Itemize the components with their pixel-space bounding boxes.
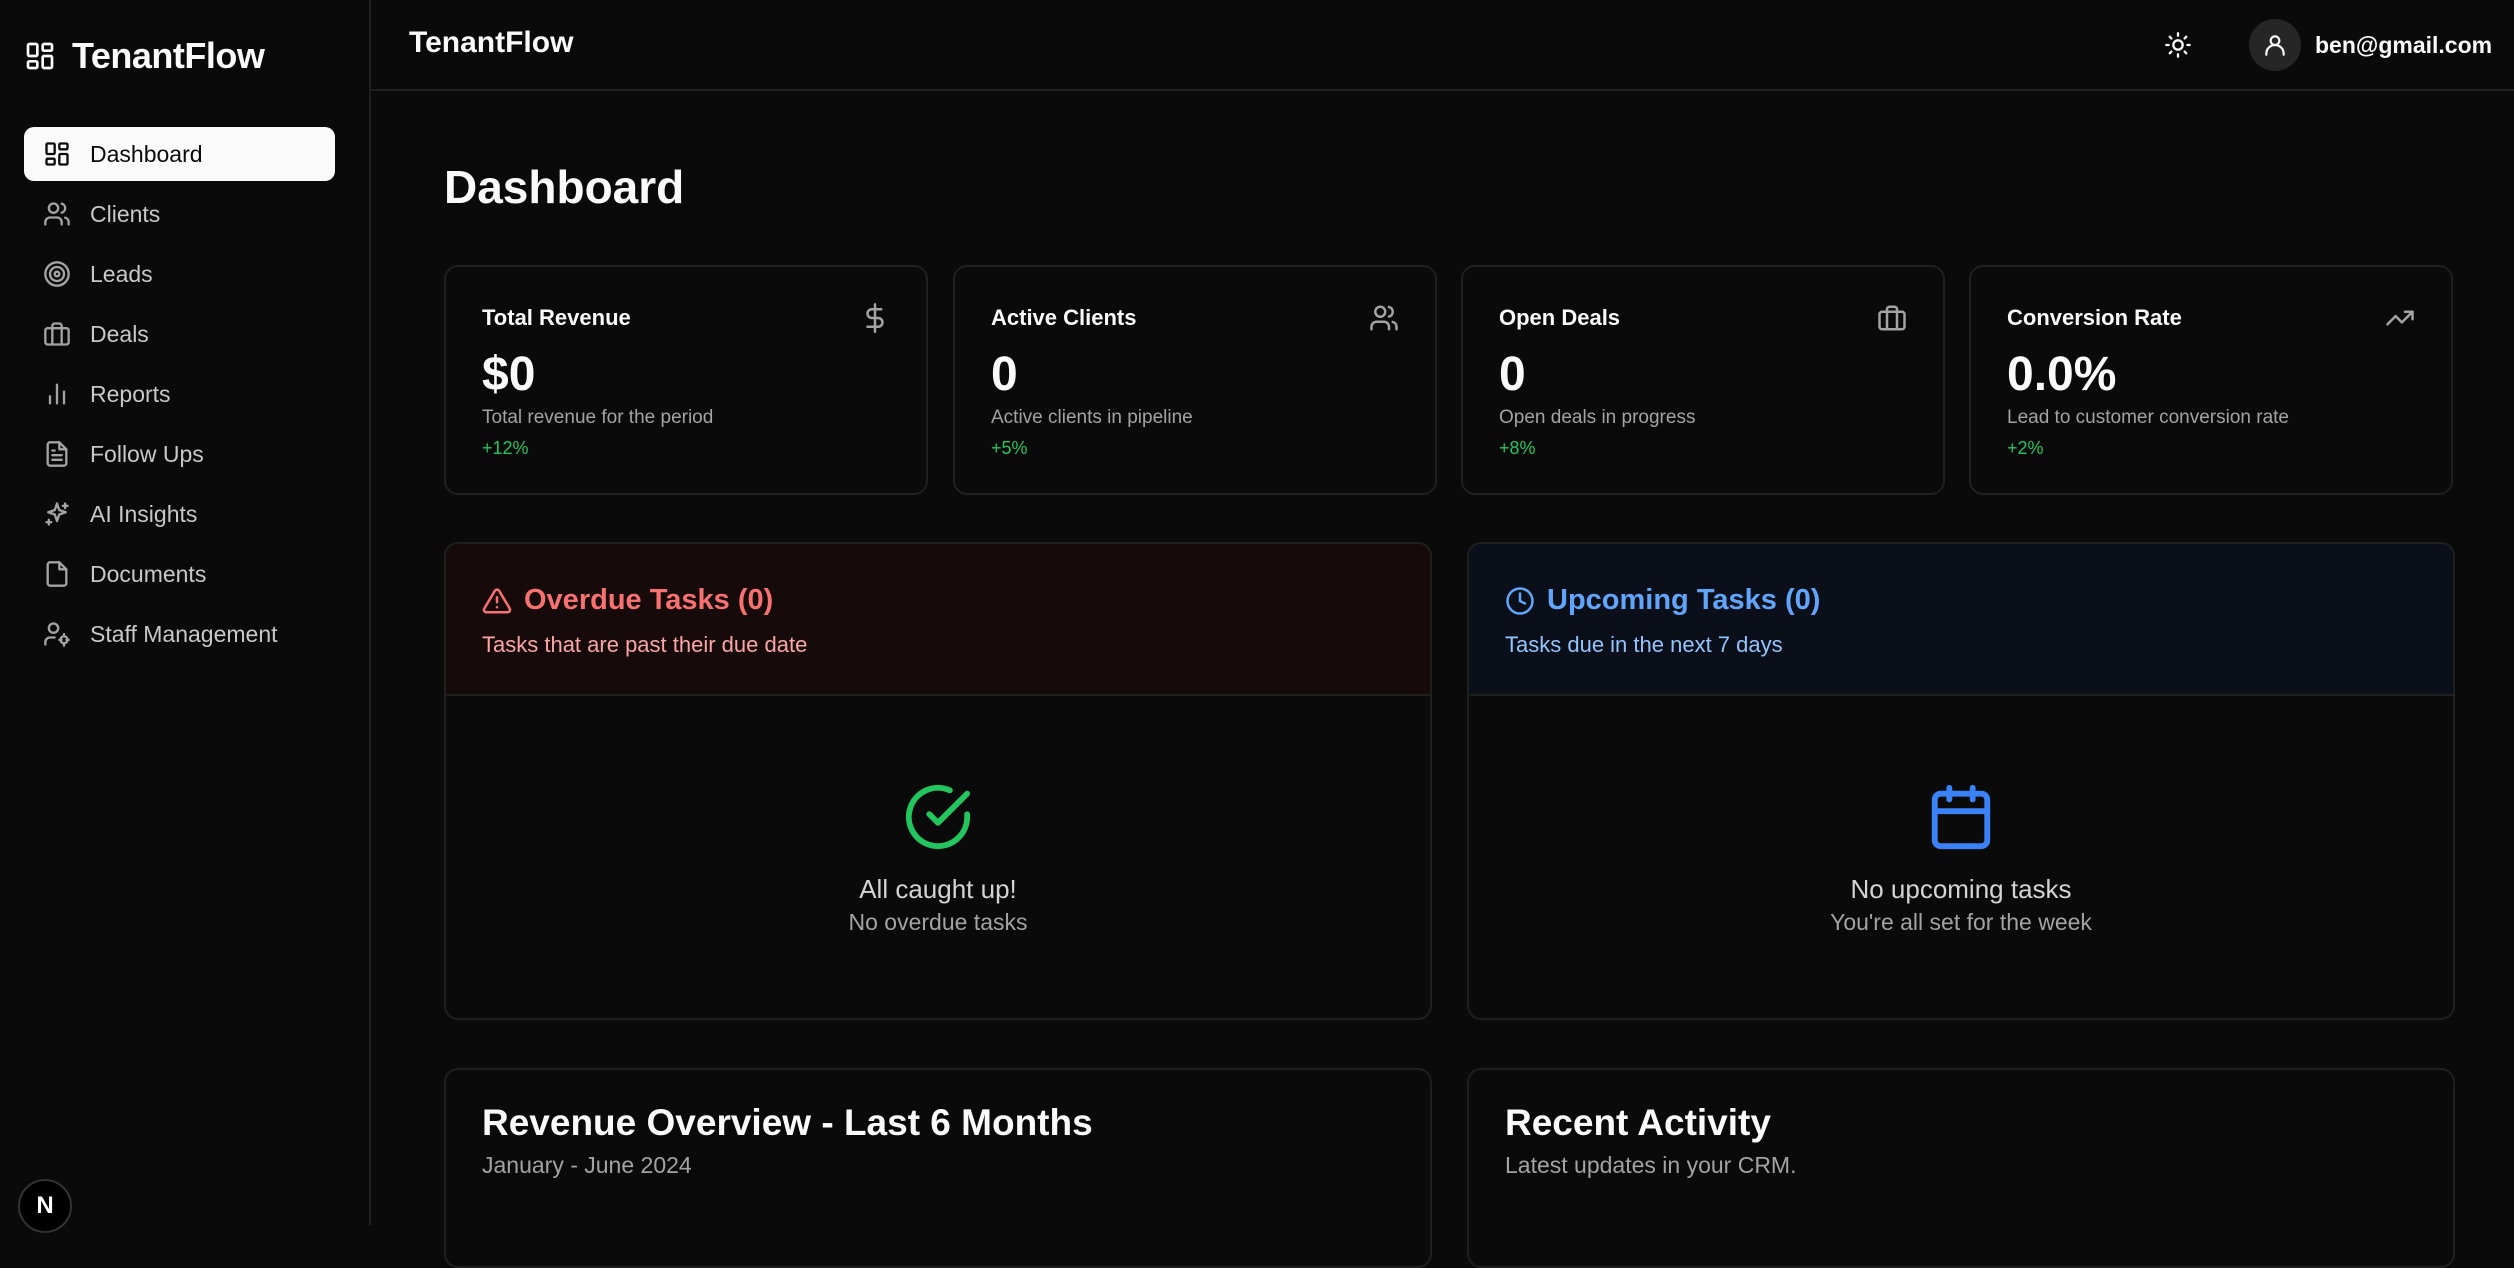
sidebar-item-leads[interactable]: Leads: [24, 247, 335, 301]
brand[interactable]: TenantFlow: [24, 34, 265, 78]
stat-value: 0: [991, 348, 1018, 401]
document-icon: [42, 439, 72, 469]
upcoming-tasks-header: Upcoming Tasks (0) Tasks due in the next…: [1469, 544, 2453, 696]
sidebar-item-label: Leads: [90, 260, 153, 287]
stat-value: $0: [482, 348, 536, 401]
calendar-icon: [1926, 782, 1996, 852]
stat-label: Active Clients: [991, 305, 1137, 330]
sidebar-item-label: Deals: [90, 320, 149, 347]
sidebar-item-label: Clients: [90, 200, 161, 227]
stat-value: 0.0%: [2007, 348, 2117, 401]
upcoming-tasks-heading: Upcoming Tasks (0): [1547, 584, 1821, 616]
empty-state-title: No upcoming tasks: [1850, 874, 2072, 904]
briefcase-icon: [1877, 303, 1907, 333]
stat-label: Total Revenue: [482, 305, 631, 330]
header-title: TenantFlow: [409, 26, 574, 59]
sidebar-item-staff-management[interactable]: Staff Management: [24, 607, 335, 661]
sidebar-item-dashboard[interactable]: Dashboard: [24, 127, 335, 181]
avatar[interactable]: [2249, 19, 2301, 71]
stat-change: +12%: [482, 438, 529, 458]
bar-chart-icon: [42, 379, 72, 409]
revenue-overview-card: Revenue Overview - Last 6 Months January…: [444, 1068, 1432, 1268]
empty-state-subtitle: No overdue tasks: [848, 909, 1028, 935]
stat-card-total-revenue: Total Revenue $0 Total revenue for the p…: [444, 265, 928, 495]
sidebar-item-label: Documents: [90, 560, 207, 587]
recent-activity-card: Recent Activity Latest updates in your C…: [1467, 1068, 2455, 1268]
empty-state-subtitle: You're all set for the week: [1830, 909, 2092, 935]
overdue-tasks-title: Overdue Tasks (0): [482, 584, 773, 617]
dashboard-icon: [24, 40, 56, 72]
sidebar-item-ai-insights[interactable]: AI Insights: [24, 487, 335, 541]
user-icon: [2262, 32, 2288, 58]
target-icon: [42, 259, 72, 289]
stat-change: +2%: [2007, 438, 2044, 458]
upcoming-tasks-subtitle: Tasks due in the next 7 days: [1505, 632, 1783, 657]
user-cog-icon: [42, 619, 72, 649]
stat-card-open-deals: Open Deals 0 Open deals in progress +8%: [1461, 265, 1945, 495]
sidebar-item-reports[interactable]: Reports: [24, 367, 335, 421]
briefcase-icon: [42, 319, 72, 349]
sidebar: TenantFlow Dashboard Clients Leads Deals: [0, 0, 371, 1233]
stat-change: +5%: [991, 438, 1028, 458]
stat-description: Total revenue for the period: [482, 407, 714, 428]
users-icon: [42, 199, 72, 229]
user-email: ben@gmail.com: [2315, 31, 2493, 58]
stat-value: 0: [1499, 348, 1526, 401]
empty-state-title: All caught up!: [859, 874, 1017, 904]
sidebar-item-label: Reports: [90, 380, 171, 407]
file-icon: [42, 559, 72, 589]
page-title: Dashboard: [444, 161, 685, 213]
stat-description: Active clients in pipeline: [991, 407, 1193, 428]
overdue-tasks-card: Overdue Tasks (0) Tasks that are past th…: [444, 542, 1432, 1020]
sidebar-item-label: Staff Management: [90, 620, 278, 647]
sidebar-item-clients[interactable]: Clients: [24, 187, 335, 241]
user-menu[interactable]: ben@gmail.com: [2249, 19, 2492, 71]
recent-activity-title: Recent Activity: [1505, 1102, 1771, 1143]
stat-card-conversion-rate: Conversion Rate 0.0% Lead to customer co…: [1969, 265, 2453, 495]
upcoming-tasks-card: Upcoming Tasks (0) Tasks due in the next…: [1467, 542, 2455, 1020]
stat-description: Open deals in progress: [1499, 407, 1696, 428]
alert-triangle-icon: [482, 586, 512, 616]
sun-icon: [2164, 31, 2192, 59]
stat-card-active-clients: Active Clients 0 Active clients in pipel…: [953, 265, 1437, 495]
topbar: TenantFlow ben@gmail.com: [371, 0, 2514, 91]
revenue-overview-title: Revenue Overview - Last 6 Months: [482, 1102, 1093, 1143]
clock-icon: [1505, 586, 1535, 616]
trending-up-icon: [2385, 303, 2415, 333]
sidebar-nav: Dashboard Clients Leads Deals Reports Fo…: [24, 127, 335, 667]
sidebar-item-label: Dashboard: [90, 140, 203, 167]
sidebar-item-documents[interactable]: Documents: [24, 547, 335, 601]
sidebar-item-follow-ups[interactable]: Follow Ups: [24, 427, 335, 481]
sidebar-item-label: Follow Ups: [90, 440, 204, 467]
sparkles-icon: [42, 499, 72, 529]
dollar-icon: [860, 303, 890, 333]
brand-name: TenantFlow: [72, 35, 265, 76]
theme-toggle-button[interactable]: [2155, 22, 2201, 68]
revenue-overview-subtitle: January - June 2024: [482, 1152, 692, 1178]
check-circle-icon: [903, 782, 973, 852]
overdue-tasks-header: Overdue Tasks (0) Tasks that are past th…: [446, 544, 1430, 696]
sidebar-item-deals[interactable]: Deals: [24, 307, 335, 361]
stat-change: +8%: [1499, 438, 1536, 458]
recent-activity-subtitle: Latest updates in your CRM.: [1505, 1152, 1797, 1178]
dashboard-icon: [42, 139, 72, 169]
upcoming-tasks-title: Upcoming Tasks (0): [1505, 584, 1820, 617]
stat-label: Conversion Rate: [2007, 305, 2182, 330]
sidebar-item-label: AI Insights: [90, 500, 198, 527]
stat-description: Lead to customer conversion rate: [2007, 407, 2289, 428]
overdue-tasks-heading: Overdue Tasks (0): [524, 584, 774, 616]
stat-label: Open Deals: [1499, 305, 1621, 330]
users-icon: [1369, 303, 1399, 333]
overdue-tasks-subtitle: Tasks that are past their due date: [482, 632, 808, 657]
